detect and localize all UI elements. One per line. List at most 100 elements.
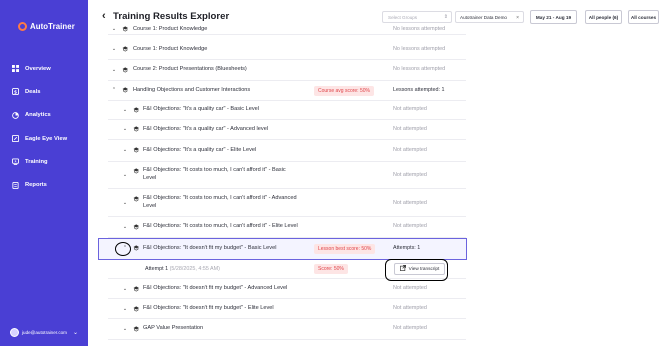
course-name: Handling Objections and Customer Interac… bbox=[133, 87, 251, 93]
avatar bbox=[10, 328, 19, 337]
chevron-down-icon: ⌄ bbox=[73, 330, 79, 336]
grid-icon bbox=[12, 65, 19, 73]
lesson-row[interactable]: ⌄ F&I Objections: "It's a quality car" -… bbox=[108, 140, 466, 162]
groups-select[interactable]: Select Groups ⇕ bbox=[382, 11, 452, 23]
lesson-icon bbox=[133, 306, 140, 312]
lesson-icon bbox=[133, 168, 140, 174]
sidebar-item-label: Training bbox=[25, 158, 48, 165]
chevron-down-icon[interactable]: ⌄ bbox=[122, 200, 128, 206]
lesson-icon bbox=[133, 107, 140, 113]
chevron-down-icon[interactable]: ⌄ bbox=[122, 172, 128, 178]
sidebar-item-label: Analytics bbox=[25, 112, 51, 119]
course-row[interactable]: ⌃ Handling Objections and Customer Inter… bbox=[108, 81, 466, 101]
course-icon bbox=[122, 67, 129, 73]
sidebar-item-training[interactable]: Training bbox=[11, 150, 81, 173]
clear-icon[interactable]: × bbox=[516, 15, 519, 21]
user-email: jude@autotrainer.com bbox=[22, 330, 68, 335]
course-name: Course 2: Product Presentations (Blueshe… bbox=[133, 66, 247, 72]
chevron-down-icon[interactable]: ⌄ bbox=[122, 126, 128, 132]
attempt-score-badge: Score: 50% bbox=[314, 264, 348, 274]
sidebar-item-reports[interactable]: Reports bbox=[11, 173, 81, 196]
lesson-row[interactable]: ⌄ GAP Value Presentation Not attempted bbox=[108, 319, 466, 340]
lesson-name: F&I Objections: "It costs too much, I ca… bbox=[143, 195, 297, 209]
chevron-down-icon[interactable]: ⌄ bbox=[122, 147, 128, 153]
report-icon bbox=[12, 181, 19, 189]
training-icon bbox=[12, 158, 19, 166]
row-status: Not attempted bbox=[393, 325, 427, 331]
row-status: No lessons attempted bbox=[393, 46, 446, 52]
lesson-row[interactable]: ⌄ F&I Objections: "It doesn't fit my bud… bbox=[108, 279, 466, 299]
lesson-row[interactable]: ⌄ F&I Objections: "It doesn't fit my bud… bbox=[108, 299, 466, 319]
lesson-name: F&I Objections: "It's a quality car" - A… bbox=[143, 126, 269, 132]
lesson-icon bbox=[133, 286, 140, 292]
lesson-row[interactable]: ⌄ F&I Objections: "It costs too much, I … bbox=[108, 162, 466, 189]
dealer-select-value: Autotrainer Data Demo bbox=[460, 15, 507, 20]
sidebar-nav: Overview $ Deals Analytics Eagle Eye Vie… bbox=[11, 57, 81, 197]
row-status: No lessons attempted bbox=[393, 66, 446, 72]
eye-icon bbox=[12, 135, 19, 143]
dealer-select[interactable]: Autotrainer Data Demo × bbox=[455, 11, 524, 23]
row-status: Lessons attempted: 1 bbox=[393, 87, 445, 93]
sidebar: AutoTrainer Overview $ Deals Analytics E… bbox=[0, 0, 88, 346]
back-arrow-icon[interactable]: ‹ bbox=[102, 10, 106, 22]
sidebar-item-label: Reports bbox=[25, 182, 47, 189]
lesson-row[interactable]: ⌄ F&I Objections: "It's a quality car" -… bbox=[108, 101, 466, 120]
row-status: Not attempted bbox=[393, 223, 427, 229]
chevron-down-icon[interactable]: ⌄ bbox=[111, 46, 117, 52]
chevron-down-icon[interactable]: ⌄ bbox=[122, 224, 128, 230]
lesson-name: F&I Objections: "It's a quality car" - B… bbox=[143, 106, 260, 112]
sidebar-item-eagle-eye-view[interactable]: Eagle Eye View bbox=[11, 127, 81, 150]
course-row[interactable]: ⌄ Course 1: Product Knowledge No lessons… bbox=[108, 24, 466, 35]
user-menu[interactable]: jude@autotrainer.com ⌄ bbox=[10, 328, 78, 337]
lesson-name: F&I Objections: "It's a quality car" - E… bbox=[143, 147, 257, 153]
row-status: Not attempted bbox=[393, 200, 427, 206]
row-status: Not attempted bbox=[393, 106, 427, 112]
row-status: No lessons attempted bbox=[393, 26, 446, 32]
date-range-button[interactable]: May 21 - Aug 19 bbox=[530, 10, 577, 24]
page-title: Training Results Explorer bbox=[113, 11, 230, 22]
lesson-row[interactable]: ⌄ F&I Objections: "It costs too much, I … bbox=[108, 217, 466, 238]
chevron-down-icon[interactable]: ⌄ bbox=[122, 306, 128, 312]
groups-select-placeholder: Select Groups bbox=[388, 15, 418, 20]
lesson-row[interactable]: ⌄ F&I Objections: "It's a quality car" -… bbox=[108, 120, 466, 140]
attempt-date: (5/28/2025, 4:55 AM) bbox=[169, 266, 220, 272]
brand-logo[interactable]: AutoTrainer bbox=[18, 22, 75, 31]
attempt-number: Attempt 1 bbox=[145, 266, 169, 272]
course-name: Course 1: Product Knowledge bbox=[133, 46, 208, 52]
sidebar-item-label: Overview bbox=[25, 65, 51, 72]
svg-text:$: $ bbox=[14, 90, 17, 96]
sidebar-item-label: Deals bbox=[25, 88, 41, 95]
lesson-icon bbox=[133, 147, 140, 153]
sidebar-item-label: Eagle Eye View bbox=[25, 135, 68, 142]
row-status: Attempts: 1 bbox=[393, 245, 421, 251]
row-status: Not attempted bbox=[393, 305, 427, 311]
lesson-name: GAP Value Presentation bbox=[143, 325, 204, 331]
chevron-down-icon[interactable]: ⌄ bbox=[111, 67, 117, 73]
lesson-row[interactable]: ⌄ F&I Objections: "It costs too much, I … bbox=[108, 189, 466, 217]
row-status: Not attempted bbox=[393, 285, 427, 291]
attempt-label: Attempt 1 (5/28/2025, 4:55 AM) bbox=[145, 266, 220, 272]
chevron-down-icon[interactable]: ⌄ bbox=[122, 326, 128, 332]
course-row[interactable]: ⌄ Course 1: Product Knowledge No lessons… bbox=[108, 40, 466, 60]
chevron-up-icon[interactable]: ⌃ bbox=[111, 87, 117, 93]
sidebar-item-deals[interactable]: $ Deals bbox=[11, 80, 81, 103]
course-icon bbox=[122, 26, 129, 32]
course-row[interactable]: ⌄ Course 2: Product Presentations (Blues… bbox=[108, 60, 466, 81]
chevron-down-icon[interactable]: ⌄ bbox=[122, 286, 128, 292]
lesson-icon bbox=[133, 245, 140, 251]
lesson-row-selected[interactable]: ⌃ F&I Objections: "It doesn't fit my bud… bbox=[108, 238, 466, 260]
lesson-name: F&I Objections: "It doesn't fit my budge… bbox=[143, 285, 288, 291]
row-status: Not attempted bbox=[393, 172, 427, 178]
sidebar-item-analytics[interactable]: Analytics bbox=[11, 104, 81, 127]
select-caret-icon: ⇕ bbox=[443, 14, 448, 20]
people-filter-button[interactable]: All people (6) bbox=[585, 10, 622, 24]
row-status: Not attempted bbox=[393, 147, 427, 153]
courses-filter-button[interactable]: All courses bbox=[628, 10, 659, 24]
lesson-name: F&I Objections: "It doesn't fit my budge… bbox=[143, 245, 277, 251]
chevron-down-icon[interactable]: ⌄ bbox=[122, 107, 128, 113]
sidebar-item-overview[interactable]: Overview bbox=[11, 57, 81, 80]
course-icon bbox=[122, 46, 129, 52]
lesson-icon bbox=[133, 126, 140, 132]
chevron-down-icon[interactable]: ⌄ bbox=[111, 26, 117, 32]
annotation-circle bbox=[115, 242, 131, 256]
